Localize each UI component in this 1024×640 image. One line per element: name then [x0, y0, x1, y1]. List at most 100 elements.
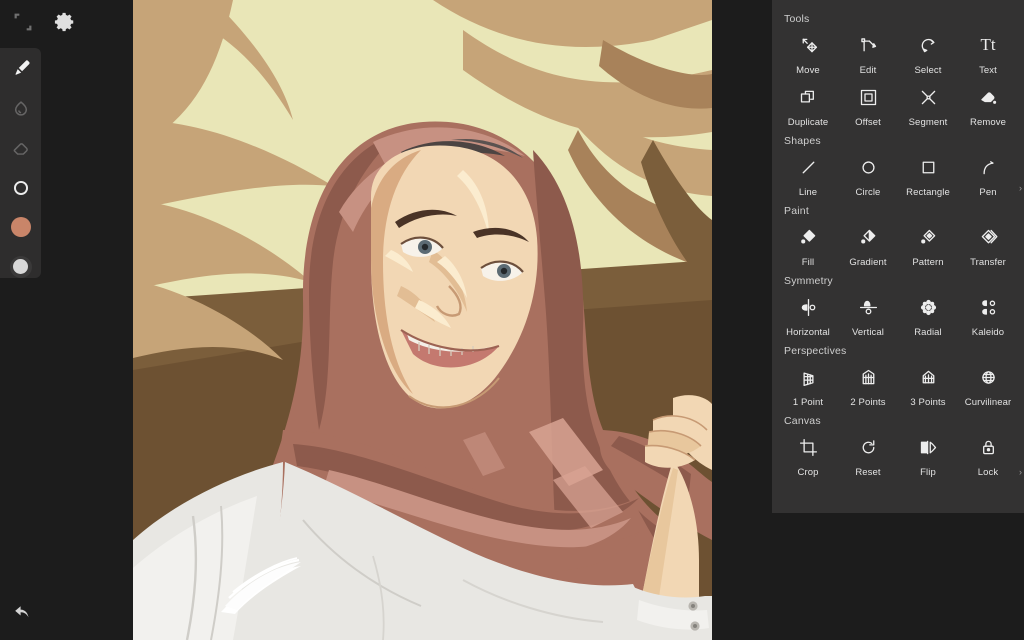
flip-canvas[interactable]: Flip [898, 430, 958, 482]
symmetry-kaleido-icon [977, 296, 999, 318]
more-chevron-icon-shapes[interactable]: › [1019, 184, 1022, 193]
section-header-perspectives: Perspectives [784, 345, 847, 357]
section-grid-canvas: Crop Reset Flip Lock [772, 430, 1024, 482]
smudge-tool[interactable] [8, 98, 34, 121]
gear-icon[interactable] [54, 11, 76, 33]
flip-icon [917, 436, 939, 458]
circle-shape[interactable]: Circle [838, 150, 898, 202]
one-point-perspective[interactable]: 1 Point [778, 360, 838, 412]
pattern-paint[interactable]: Pattern [898, 220, 958, 272]
reset-canvas-label: Reset [855, 467, 881, 478]
perspective-2point-icon [857, 366, 879, 388]
crop-canvas-label: Crop [797, 467, 819, 478]
flip-canvas-label: Flip [920, 467, 936, 478]
edit-tool-label: Edit [859, 65, 877, 76]
duplicate-icon [797, 86, 819, 108]
perspective-curvilinear-icon [977, 366, 999, 388]
lock-icon [977, 436, 999, 458]
offset-icon [857, 86, 879, 108]
section-grid-shapes: Line Circle Rectangle Pen › [772, 150, 1024, 202]
section-header-paint: Paint [784, 205, 809, 217]
rectangle-shape[interactable]: Rectangle [898, 150, 958, 202]
duplicate-tool-label: Duplicate [787, 117, 829, 128]
lock-canvas[interactable]: Lock [958, 430, 1018, 482]
section-grid-paint: Fill Gradient Pattern Transfer [772, 220, 1024, 272]
size-tool[interactable] [8, 177, 34, 200]
pen-curve-icon [977, 156, 999, 178]
horizontal-symmetry-label: Horizontal [786, 327, 830, 338]
pattern-paint-label: Pattern [912, 257, 944, 268]
undo-button[interactable] [12, 602, 38, 628]
section-grid-tools: Move Edit Select Tt Text Duplicate Offset Segme… [772, 28, 1024, 132]
symmetry-horizontal-icon [797, 296, 819, 318]
kaleido-symmetry-label: Kaleido [971, 327, 1005, 338]
segment-icon [917, 86, 939, 108]
one-point-perspective-label: 1 Point [792, 397, 824, 408]
gradient-drop-icon [857, 226, 879, 248]
line-shape[interactable]: Line [778, 150, 838, 202]
transfer-paint-label: Transfer [970, 257, 1006, 268]
circle-shape-label: Circle [855, 187, 881, 198]
vertical-symmetry[interactable]: Vertical [838, 290, 898, 342]
line-shape-label: Line [798, 187, 818, 198]
edit-tool[interactable]: Edit [838, 28, 898, 80]
color-swatch[interactable] [8, 216, 34, 239]
section-header-shapes: Shapes [784, 135, 821, 147]
reset-canvas[interactable]: Reset [838, 430, 898, 482]
lock-canvas-label: Lock [977, 467, 999, 478]
segment-tool[interactable]: Segment [898, 80, 958, 132]
move-tool[interactable]: Move [778, 28, 838, 80]
two-point-perspective[interactable]: 2 Points [838, 360, 898, 412]
curvilinear-perspective[interactable]: Curvilinear [958, 360, 1018, 412]
three-point-perspective[interactable]: 3 Points [898, 360, 958, 412]
move-tool-label: Move [796, 65, 820, 76]
section-header-symmetry: Symmetry [784, 275, 833, 287]
fill-drop-icon [797, 226, 819, 248]
tool-rail [0, 48, 41, 278]
fill-paint[interactable]: Fill [778, 220, 838, 272]
transfer-paint[interactable]: Transfer [958, 220, 1018, 272]
eraser-tool[interactable] [8, 137, 34, 160]
section-grid-symmetry: Horizontal Vertical Radial Kaleido [772, 290, 1024, 342]
curvilinear-perspective-label: Curvilinear [964, 397, 1012, 408]
select-tool[interactable]: Select [898, 28, 958, 80]
secondary-color-swatch[interactable] [8, 255, 34, 279]
transform-icon[interactable] [12, 11, 34, 33]
text-tool[interactable]: Tt Text [958, 28, 1018, 80]
pen-shape[interactable]: Pen [958, 150, 1018, 202]
section-grid-perspectives: 1 Point 2 Points 3 Points Curvilinear › [772, 360, 1024, 477]
remove-eraser-icon [977, 86, 999, 108]
remove-tool-label: Remove [970, 117, 1006, 128]
vertical-symmetry-label: Vertical [852, 327, 884, 338]
duplicate-tool[interactable]: Duplicate [778, 80, 838, 132]
offset-tool-label: Offset [855, 117, 881, 128]
kaleido-symmetry[interactable]: Kaleido [958, 290, 1018, 342]
artwork-canvas[interactable] [133, 0, 712, 640]
circle-icon [857, 156, 879, 178]
offset-tool[interactable]: Offset [838, 80, 898, 132]
brush-tool[interactable] [8, 58, 34, 81]
select-tool-label: Select [914, 65, 942, 76]
select-lasso-icon [917, 34, 939, 56]
perspective-1point-icon [797, 366, 819, 388]
fill-paint-label: Fill [801, 257, 815, 268]
remove-tool[interactable]: Remove [958, 80, 1018, 132]
text-icon: Tt [980, 35, 996, 54]
segment-tool-label: Segment [908, 117, 948, 128]
tool-panel: Tools Move Edit Select Tt Text Duplicate Offset… [772, 0, 1024, 513]
line-icon [797, 156, 819, 178]
horizontal-symmetry[interactable]: Horizontal [778, 290, 838, 342]
move-icon [797, 34, 819, 56]
two-point-perspective-label: 2 Points [850, 397, 886, 408]
pen-shape-label: Pen [979, 187, 997, 198]
crop-icon [797, 436, 819, 458]
section-header-tools: Tools [784, 13, 810, 25]
edit-node-icon [857, 34, 879, 56]
perspective-3point-icon [917, 366, 939, 388]
gradient-paint[interactable]: Gradient [838, 220, 898, 272]
radial-symmetry[interactable]: Radial [898, 290, 958, 342]
section-header-canvas: Canvas [784, 415, 821, 427]
crop-canvas[interactable]: Crop [778, 430, 838, 482]
gradient-paint-label: Gradient [849, 257, 887, 268]
symmetry-radial-icon [917, 296, 939, 318]
